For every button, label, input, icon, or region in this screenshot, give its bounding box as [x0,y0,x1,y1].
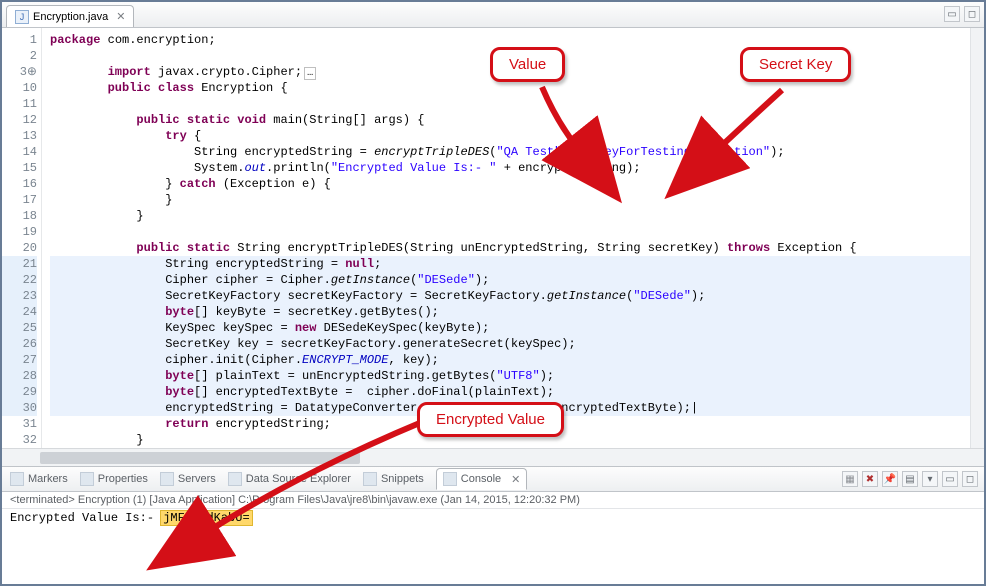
vertical-scrollbar[interactable] [970,28,984,448]
editor-tab-encryption[interactable]: J Encryption.java ✕ [6,5,134,27]
callout-secret-key: Secret Key [740,47,851,82]
view-tab-data-source-explorer[interactable]: Data Source Explorer [228,472,351,486]
console-icon [443,472,457,486]
console-output-prefix: Encrypted Value Is:- [10,511,161,525]
display-selected-icon[interactable]: ▤ [902,471,918,487]
views-tab-bar: Markers Properties Servers Data Source E… [2,466,984,492]
view-tab-properties[interactable]: Properties [80,472,148,486]
view-tab-markers[interactable]: Markers [10,472,68,486]
close-icon[interactable]: ✕ [511,473,520,486]
editor-tab-bar: J Encryption.java ✕ ▭ ◻ [2,2,984,28]
remove-all-icon[interactable]: ✖ [862,471,878,487]
open-console-icon[interactable]: ▾ [922,471,938,487]
remove-terminated-icon[interactable]: ▦ [842,471,858,487]
callout-value: Value [490,47,565,82]
line-gutter: 123⊕101112131415161718192021222324252627… [2,28,42,448]
maximize-view-icon[interactable]: ◻ [962,471,978,487]
scrollbar-thumb[interactable] [40,452,360,464]
code-editor: 123⊕101112131415161718192021222324252627… [2,28,984,448]
markers-icon [10,472,24,486]
minimize-icon[interactable]: ▭ [944,6,960,22]
pin-icon[interactable]: 📌 [882,471,898,487]
editor-toolbar-right: ▭ ◻ [944,6,980,22]
close-icon[interactable]: ✕ [116,10,125,23]
view-tab-servers[interactable]: Servers [160,472,216,486]
console-output[interactable]: Encrypted Value Is:- jMFHiqdKabU= [2,509,984,531]
maximize-icon[interactable]: ◻ [964,6,980,22]
servers-icon [160,472,174,486]
code-content[interactable]: package com.encryption; import javax.cry… [42,28,984,448]
console-status-line: <terminated> Encryption (1) [Java Applic… [2,492,984,509]
dse-icon [228,472,242,486]
minimize-view-icon[interactable]: ▭ [942,471,958,487]
tab-title: Encryption.java [33,11,108,23]
callout-encrypted-value: Encrypted Value [417,402,564,437]
encrypted-value-highlight: jMFHiqdKabU= [161,511,251,525]
properties-icon [80,472,94,486]
view-tab-console[interactable]: Console✕ [436,468,528,490]
horizontal-scrollbar[interactable] [2,448,984,466]
view-tab-snippets[interactable]: Snippets [363,472,424,486]
java-file-icon: J [15,10,29,24]
snippets-icon [363,472,377,486]
